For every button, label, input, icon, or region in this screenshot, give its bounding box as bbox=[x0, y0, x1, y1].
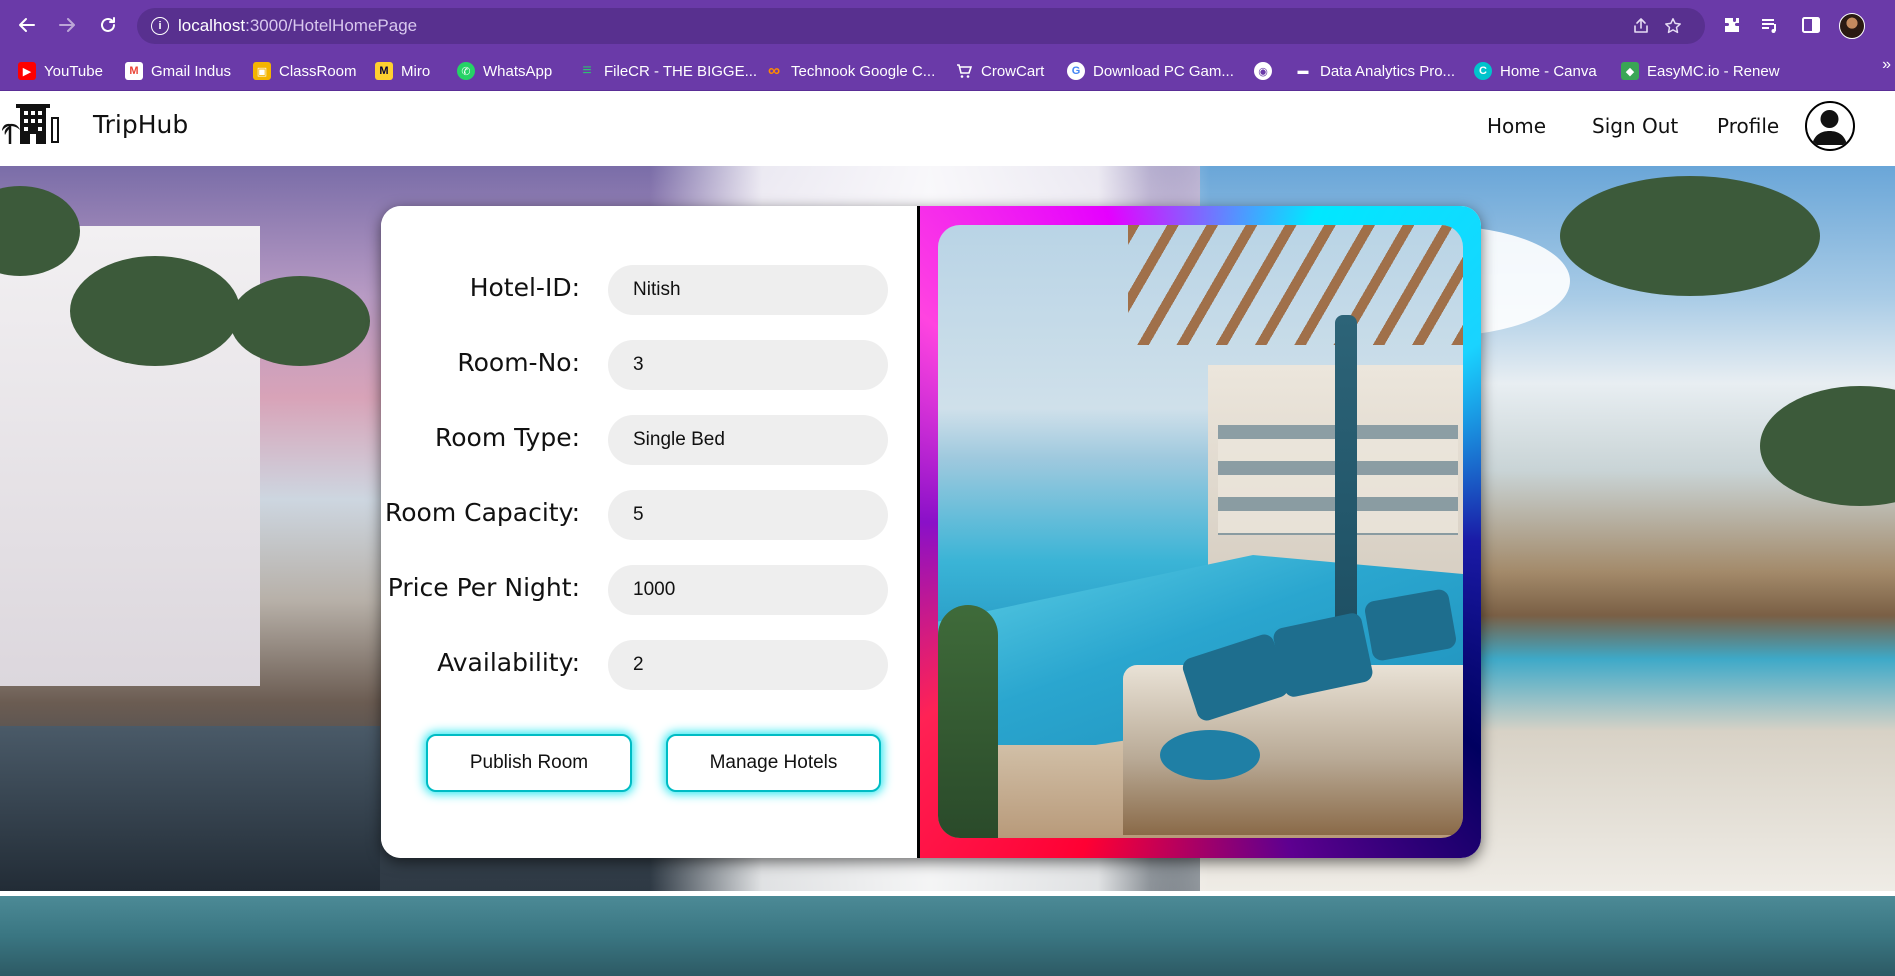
browser-toolbar: i localhost:3000/HotelHomePage bbox=[0, 0, 1895, 51]
bookmark-classroom[interactable]: ▣ ClassRoom bbox=[253, 59, 357, 83]
hotel-id-label: Hotel-ID: bbox=[469, 273, 580, 302]
room-no-input[interactable] bbox=[608, 340, 888, 390]
publish-room-button[interactable]: Publish Room bbox=[426, 734, 632, 792]
resort-pool-photo bbox=[938, 225, 1463, 838]
technook-icon: ∞ bbox=[767, 61, 781, 80]
availability-input[interactable] bbox=[608, 640, 888, 690]
hotel-logo-icon[interactable] bbox=[2, 98, 62, 146]
bookmark-data-analytics[interactable]: ▬ Data Analytics Pro... bbox=[1294, 59, 1456, 83]
image-frame bbox=[917, 206, 1481, 858]
canva-icon: C bbox=[1474, 62, 1492, 80]
extensions-icon[interactable] bbox=[1720, 13, 1744, 37]
bookmark-whatsapp[interactable]: ✆ WhatsApp bbox=[457, 59, 552, 83]
brand-name[interactable]: TripHub bbox=[93, 110, 188, 139]
photo-side-table bbox=[1160, 730, 1260, 780]
palm-tree bbox=[1560, 176, 1820, 296]
price-per-night-label: Price Per Night: bbox=[387, 573, 580, 602]
classroom-icon: ▣ bbox=[253, 62, 271, 80]
bookmark-globe[interactable]: ◉ bbox=[1254, 59, 1272, 83]
media-controls-icon[interactable] bbox=[1758, 13, 1782, 37]
room-type-label: Room Type: bbox=[435, 423, 580, 452]
cart-icon bbox=[955, 62, 973, 80]
photo-plant bbox=[938, 605, 998, 838]
gmail-icon: M bbox=[125, 62, 143, 80]
bookmark-technook[interactable]: ∞ Technook Google C... bbox=[765, 59, 935, 83]
publish-room-card: Hotel-ID: Room-No: Room Type: Room Capac… bbox=[381, 206, 1481, 858]
bookmark-gmail[interactable]: M Gmail Indus bbox=[125, 59, 231, 83]
room-form: Hotel-ID: Room-No: Room Type: Room Capac… bbox=[381, 206, 917, 858]
availability-label: Availability: bbox=[437, 648, 580, 677]
nav-sign-out[interactable]: Sign Out bbox=[1592, 114, 1678, 138]
bookmark-crowcart[interactable]: CrowCart bbox=[955, 59, 1044, 83]
bookmark-download-pc-games[interactable]: G Download PC Gam... bbox=[1067, 59, 1234, 83]
bookmark-filecr[interactable]: ≡ FileCR - THE BIGGE... bbox=[578, 59, 757, 83]
bookmark-miro[interactable]: M Miro bbox=[375, 59, 430, 83]
palm-tree bbox=[230, 276, 370, 366]
reload-icon[interactable] bbox=[95, 12, 121, 38]
url-text[interactable]: localhost:3000/HotelHomePage bbox=[178, 16, 417, 36]
browser-profile-avatar[interactable] bbox=[1839, 13, 1865, 39]
next-section-background bbox=[0, 896, 1895, 976]
site-info-icon[interactable]: i bbox=[151, 17, 169, 35]
photo-umbrella bbox=[1335, 315, 1357, 645]
photo-pergola bbox=[1128, 225, 1463, 345]
miro-icon: M bbox=[375, 62, 393, 80]
palm-tree bbox=[1760, 386, 1895, 506]
side-panel-icon[interactable] bbox=[1799, 13, 1823, 37]
whatsapp-icon: ✆ bbox=[457, 62, 475, 80]
room-capacity-input[interactable] bbox=[608, 490, 888, 540]
bookmark-star-icon[interactable] bbox=[1663, 16, 1683, 36]
address-bar[interactable]: i localhost:3000/HotelHomePage bbox=[137, 8, 1705, 44]
bookmark-youtube[interactable]: ▶ YouTube bbox=[18, 59, 103, 83]
bookmark-canva[interactable]: C Home - Canva bbox=[1474, 59, 1597, 83]
user-avatar-icon[interactable] bbox=[1805, 101, 1855, 151]
bookmarks-overflow-icon[interactable]: » bbox=[1882, 56, 1891, 74]
nav-home[interactable]: Home bbox=[1487, 114, 1546, 138]
app-header: TripHub Home Sign Out Profile bbox=[0, 91, 1895, 166]
back-icon[interactable] bbox=[14, 12, 40, 38]
nav-profile[interactable]: Profile bbox=[1717, 114, 1779, 138]
palm-tree bbox=[70, 256, 240, 366]
globe-icon: ◉ bbox=[1254, 62, 1272, 80]
room-type-input[interactable] bbox=[608, 415, 888, 465]
bookmark-easymc[interactable]: ◆ EasyMC.io - Renew bbox=[1621, 59, 1780, 83]
filecr-icon: ≡ bbox=[582, 62, 592, 79]
bookmarks-bar: ▶ YouTube M Gmail Indus ▣ ClassRoom M Mi… bbox=[0, 51, 1895, 91]
data-analytics-icon: ▬ bbox=[1297, 65, 1309, 77]
share-icon[interactable] bbox=[1631, 16, 1651, 36]
easymc-icon: ◆ bbox=[1621, 62, 1639, 80]
youtube-icon: ▶ bbox=[18, 62, 36, 80]
forward-icon[interactable] bbox=[54, 12, 80, 38]
room-capacity-label: Room Capacity: bbox=[385, 498, 580, 527]
manage-hotels-button[interactable]: Manage Hotels bbox=[666, 734, 881, 792]
room-no-label: Room-No: bbox=[457, 348, 580, 377]
google-icon: G bbox=[1067, 62, 1085, 80]
price-per-night-input[interactable] bbox=[608, 565, 888, 615]
hotel-id-input[interactable] bbox=[608, 265, 888, 315]
background-pool-left bbox=[0, 726, 380, 891]
